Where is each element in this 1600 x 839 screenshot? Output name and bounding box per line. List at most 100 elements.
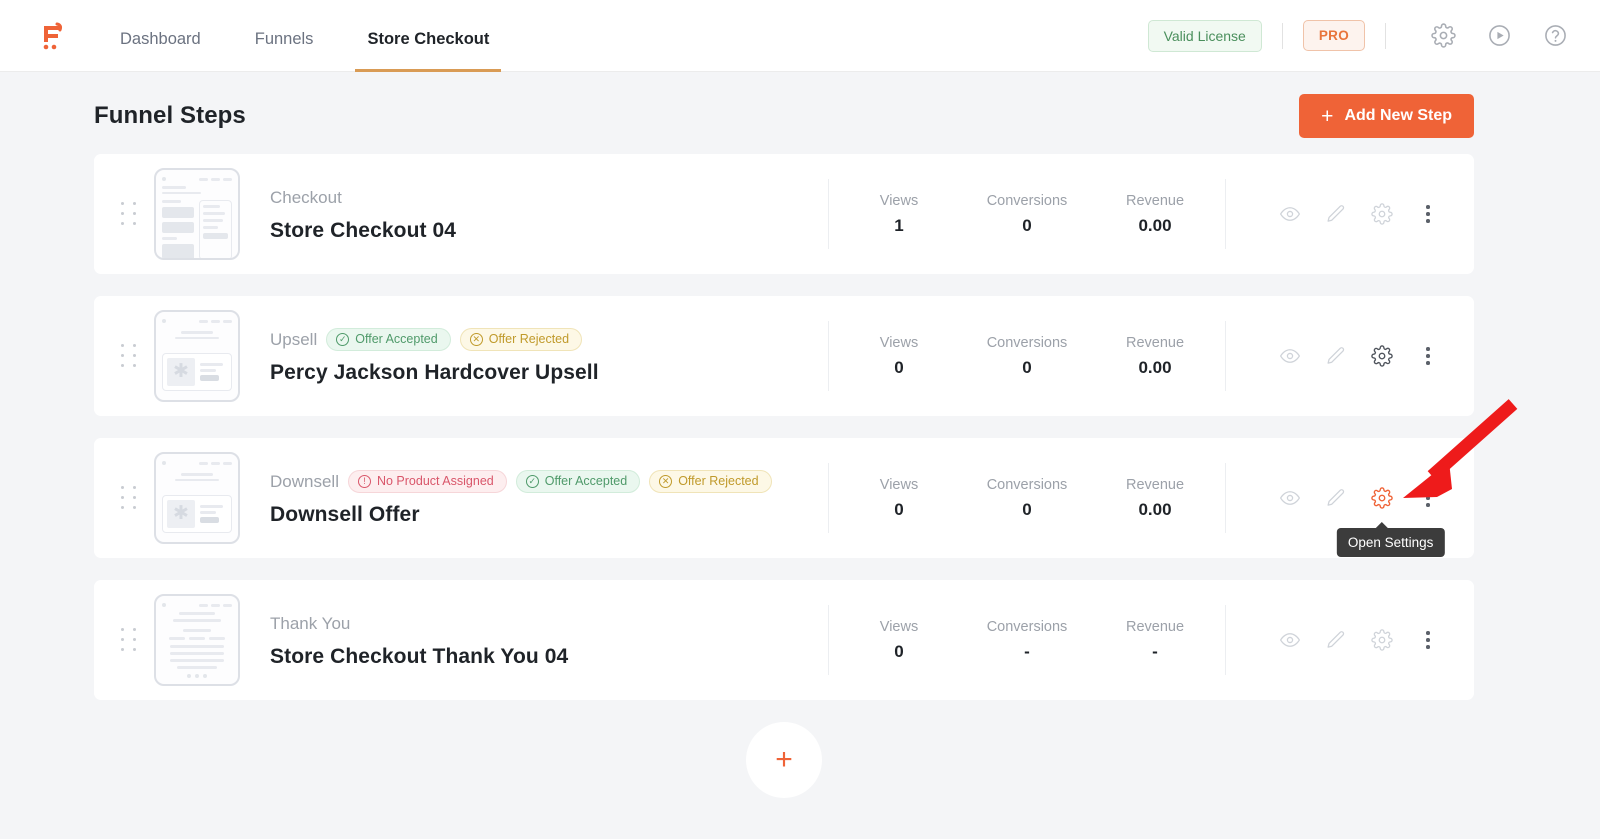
step-type-label: Checkout (270, 187, 342, 207)
stat-views-value: 0 (894, 357, 904, 377)
image-placeholder-icon: ✱ (167, 357, 195, 386)
thankyou-page-thumbnail[interactable] (154, 594, 240, 686)
offer-page-thumbnail[interactable]: ✱ (154, 310, 240, 402)
add-step-circle-button[interactable]: + (746, 722, 822, 798)
preview-icon[interactable] (1268, 476, 1312, 520)
step-name: Percy Jackson Hardcover Upsell (270, 360, 599, 384)
stat-views-label: Views (879, 618, 919, 635)
stat-conversions-value: 0 (1022, 499, 1032, 519)
step-info: Downsell ! No Product Assigned ✓ Offer A… (270, 470, 810, 527)
more-options-icon[interactable] (1406, 476, 1450, 520)
edit-pencil-icon[interactable] (1314, 334, 1358, 378)
alert-circle-icon: ! (357, 475, 371, 488)
status-badge-offer-accepted: ✓ Offer Accepted (515, 470, 641, 493)
more-options-icon[interactable] (1406, 192, 1450, 236)
funnel-steps-list: Checkout Store Checkout 04 Views 1 Conve… (0, 138, 1600, 798)
step-name: Store Checkout 04 (270, 218, 457, 242)
plus-icon: + (1321, 104, 1334, 128)
preview-icon[interactable] (1268, 334, 1312, 378)
step-type-row: Upsell ✓ Offer Accepted ✕ Offer Rejected (270, 328, 810, 352)
stat-views-value: 0 (894, 499, 904, 519)
check-circle-icon: ✓ (525, 475, 539, 488)
status-badge-offer-accepted: ✓ Offer Accepted (326, 328, 451, 351)
drag-handle-icon[interactable] (116, 625, 142, 655)
edit-pencil-icon[interactable] (1314, 618, 1358, 662)
drag-handle-icon[interactable] (116, 483, 142, 513)
row-actions: Open Settings (1268, 476, 1466, 557)
image-placeholder-icon: ✱ (167, 499, 195, 528)
gear-icon[interactable] (1424, 17, 1462, 55)
add-new-step-button[interactable]: + Add New Step (1299, 94, 1474, 138)
stat-revenue-value: 0.00 (1138, 499, 1172, 519)
drag-handle-icon[interactable] (116, 341, 142, 371)
stat-revenue: Revenue 0.00 (1091, 335, 1219, 378)
edit-pencil-icon[interactable] (1314, 476, 1358, 520)
help-circle-icon[interactable] (1536, 17, 1574, 55)
stat-revenue: Revenue 0.00 (1091, 193, 1219, 236)
stat-views: Views 1 (835, 193, 963, 236)
x-circle-icon: ✕ (469, 333, 483, 346)
divider (1385, 22, 1386, 49)
stat-conversions-value: 0 (1022, 215, 1032, 235)
drag-handle-icon[interactable] (116, 199, 142, 229)
status-badge-offer-rejected: ✕ Offer Rejected (459, 328, 583, 351)
nav-item-funnels[interactable]: Funnels (253, 31, 316, 72)
add-step-inline-wrapper: + (94, 722, 1474, 798)
preview-icon[interactable] (1268, 192, 1312, 236)
funnel-step-row-upsell[interactable]: ✱ Upsell ✓ Offer Accepted ✕ Offer Reject… (94, 296, 1474, 416)
step-type-row: Checkout (270, 186, 810, 210)
step-type-row: Downsell ! No Product Assigned ✓ Offer A… (270, 470, 810, 494)
settings-gear-icon[interactable]: Open Settings (1336, 476, 1445, 557)
stat-conversions: Conversions 0 (963, 335, 1091, 378)
status-badge-offer-rejected: ✕ Offer Rejected (649, 470, 772, 493)
row-actions (1268, 192, 1466, 236)
funnel-step-row-downsell[interactable]: ✱ Downsell ! No Product Assigned ✓ Offer… (94, 438, 1474, 558)
open-settings-tooltip: Open Settings (1336, 522, 1445, 557)
top-bar-right-group: Valid License PRO (1147, 17, 1574, 55)
status-badge-no-product-assigned: ! No Product Assigned (347, 470, 507, 493)
stat-revenue: Revenue - (1091, 619, 1219, 662)
play-circle-icon[interactable] (1480, 17, 1518, 55)
stat-conversions-label: Conversions (986, 192, 1068, 209)
step-type-row: Thank You (270, 612, 810, 636)
settings-gear-icon[interactable] (1360, 192, 1404, 236)
pro-badge[interactable]: PRO (1302, 20, 1365, 51)
badge-label: Offer Accepted (544, 473, 628, 488)
funnel-step-row-checkout[interactable]: Checkout Store Checkout 04 Views 1 Conve… (94, 154, 1474, 274)
top-navigation-bar: Dashboard Funnels Store Checkout Valid L… (0, 0, 1600, 72)
step-stats: Views 0 Conversions 0 Revenue 0.00 (828, 321, 1226, 391)
stat-revenue-value: 0.00 (1138, 357, 1172, 377)
stat-revenue-label: Revenue (1125, 476, 1185, 493)
edit-pencil-icon[interactable] (1314, 192, 1358, 236)
preview-icon[interactable] (1268, 618, 1312, 662)
checkout-page-thumbnail[interactable] (154, 168, 240, 260)
more-options-icon[interactable] (1406, 334, 1450, 378)
funnel-cart-logo-icon[interactable] (28, 13, 74, 59)
settings-gear-icon[interactable] (1360, 334, 1404, 378)
settings-gear-icon[interactable] (1360, 618, 1404, 662)
nav-item-dashboard[interactable]: Dashboard (118, 31, 203, 72)
stat-conversions: Conversions 0 (963, 477, 1091, 520)
stat-views-label: Views (879, 192, 919, 209)
step-info: Checkout Store Checkout 04 (270, 186, 810, 243)
stat-revenue-label: Revenue (1125, 618, 1185, 635)
stat-views: Views 0 (835, 619, 963, 662)
badge-label: Offer Accepted (355, 331, 438, 346)
stat-views-value: 1 (894, 215, 904, 235)
badge-label: Offer Rejected (678, 473, 759, 488)
badge-label: Offer Rejected (488, 331, 570, 346)
valid-license-badge: Valid License (1147, 19, 1262, 52)
badge-label: No Product Assigned (376, 473, 494, 488)
nav-item-store-checkout[interactable]: Store Checkout (355, 31, 502, 72)
stat-views: Views 0 (835, 477, 963, 520)
stat-revenue-label: Revenue (1125, 334, 1185, 351)
page-header: Funnel Steps + Add New Step (0, 72, 1600, 138)
funnel-step-row-thank-you[interactable]: Thank You Store Checkout Thank You 04 Vi… (94, 580, 1474, 700)
row-actions (1268, 334, 1466, 378)
step-name: Downsell Offer (270, 502, 420, 526)
page-title: Funnel Steps (94, 102, 246, 129)
more-options-icon[interactable] (1406, 618, 1450, 662)
step-name: Store Checkout Thank You 04 (270, 644, 569, 668)
stat-conversions: Conversions - (963, 619, 1091, 662)
offer-page-thumbnail[interactable]: ✱ (154, 452, 240, 544)
